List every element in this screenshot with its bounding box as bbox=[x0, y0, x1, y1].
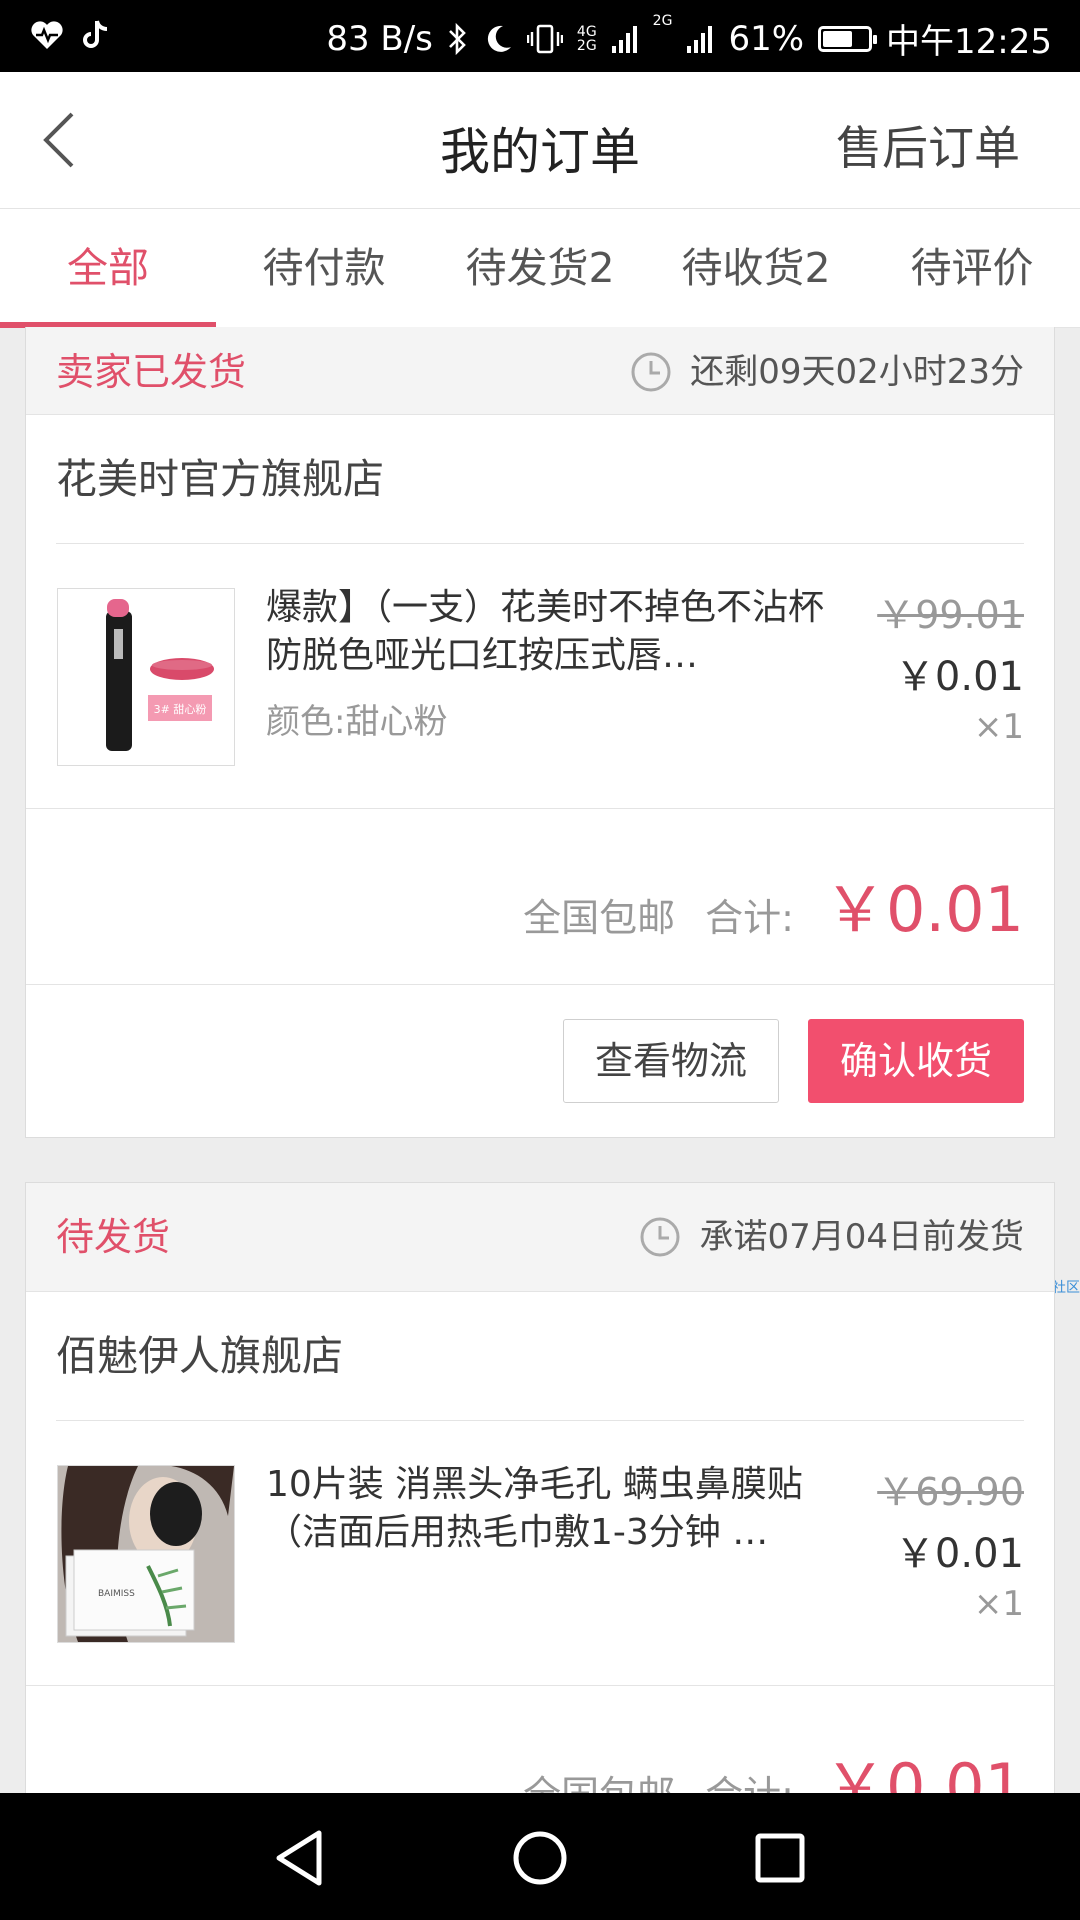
battery-icon bbox=[818, 25, 878, 52]
confirm-receipt-button[interactable]: 确认收货 bbox=[808, 1019, 1024, 1103]
battery-percent: 61% bbox=[728, 18, 805, 59]
after-sale-orders-link[interactable]: 售后订单 bbox=[836, 112, 1020, 178]
recents-square-icon[interactable] bbox=[745, 1823, 815, 1893]
order-item[interactable]: BAIMISS 10片装 消黑头净毛孔 螨虫鼻膜贴（洁面后用热毛巾敷1-3分钟 … bbox=[26, 1421, 1054, 1686]
order-status: 卖家已发货 bbox=[56, 350, 247, 394]
svg-text:BAIMISS: BAIMISS bbox=[98, 1589, 135, 1599]
ship-deadline: 承诺07月04日前发货 bbox=[699, 1217, 1024, 1257]
vibrate-icon bbox=[526, 24, 563, 53]
order-time-note: 还剩09天02小时23分 bbox=[630, 328, 1024, 416]
product-spec: 颜色:甜心粉 bbox=[266, 702, 448, 742]
sim2-label: 2G bbox=[652, 13, 673, 29]
item-price: ￥0.01 bbox=[894, 654, 1024, 700]
signal-2-icon bbox=[687, 25, 713, 53]
status-bar: 83 B/s 4G 2G 2G 61% 中午12:25 bbox=[0, 0, 1080, 72]
item-quantity: ×1 bbox=[973, 707, 1024, 747]
order-total: ￥0.01 bbox=[823, 1750, 1024, 1793]
tab-pending-review[interactable]: 待评价 bbox=[864, 209, 1080, 327]
order-card[interactable]: 待发货 承诺07月04日前发货 佰魅伊人旗舰店 BAIMISS 10片装 消黑头… bbox=[25, 1182, 1055, 1793]
clock-icon bbox=[631, 352, 671, 392]
product-name[interactable]: 10片装 消黑头净毛孔 螨虫鼻膜贴（洁面后用热毛巾敷1-3分钟 … bbox=[266, 1461, 841, 1557]
tab-pending-payment[interactable]: 待付款 bbox=[216, 209, 432, 327]
back-triangle-icon[interactable] bbox=[265, 1823, 335, 1893]
health-heart-icon bbox=[30, 18, 64, 52]
order-card[interactable]: 卖家已发货 还剩09天02小时23分 花美时官方旗舰店 3# 甜心粉 爆款】（一… bbox=[25, 327, 1055, 1138]
order-time-note: 承诺07月04日前发货 bbox=[639, 1183, 1024, 1291]
bluetooth-icon bbox=[448, 22, 466, 55]
order-item[interactable]: 3# 甜心粉 爆款】（一支）花美时不掉色不沾杯防脱色哑光口红按压式唇… 颜色:甜… bbox=[26, 544, 1054, 809]
status-right: 83 B/s 4G 2G 2G 61% 中午12:25 bbox=[326, 14, 1052, 63]
order-total: ￥0.01 bbox=[823, 873, 1024, 946]
item-price: ￥0.01 bbox=[894, 1531, 1024, 1577]
tab-pending-receipt[interactable]: 待收货2 bbox=[648, 209, 864, 327]
shipping-note: 全国包邮 bbox=[523, 896, 676, 940]
item-quantity: ×1 bbox=[973, 1584, 1024, 1624]
system-nav-bar bbox=[0, 1793, 1080, 1920]
original-price: ￥99.01 bbox=[877, 593, 1024, 637]
moon-icon bbox=[487, 25, 511, 52]
lipstick-image: 3# 甜心粉 bbox=[58, 589, 234, 765]
product-name[interactable]: 爆款】（一支）花美时不掉色不沾杯防脱色哑光口红按压式唇… bbox=[266, 584, 841, 680]
total-label: 合计: bbox=[705, 896, 794, 940]
time-remaining: 还剩09天02小时23分 bbox=[690, 352, 1024, 392]
order-header: 待发货 承诺07月04日前发货 bbox=[26, 1183, 1054, 1292]
tab-pending-shipment[interactable]: 待发货2 bbox=[432, 209, 648, 327]
product-thumbnail[interactable]: BAIMISS bbox=[57, 1465, 235, 1643]
net-speed: 83 B/s bbox=[326, 18, 433, 59]
svg-text:3# 甜心粉: 3# 甜心粉 bbox=[154, 703, 207, 716]
shop-name[interactable]: 花美时官方旗舰店 bbox=[56, 415, 1024, 544]
status-left-icons bbox=[30, 18, 112, 52]
home-circle-icon[interactable] bbox=[505, 1823, 575, 1893]
order-status: 待发货 bbox=[56, 1215, 171, 1259]
tiktok-icon bbox=[78, 18, 112, 52]
signal-icon bbox=[611, 25, 637, 53]
view-logistics-button[interactable]: 查看物流 bbox=[563, 1019, 779, 1103]
order-list[interactable]: 卖家已发货 还剩09天02小时23分 花美时官方旗舰店 3# 甜心粉 爆款】（一… bbox=[0, 327, 1080, 1793]
product-thumbnail[interactable]: 3# 甜心粉 bbox=[57, 588, 235, 766]
order-tabs: 全部 待付款 待发货2 待收货2 待评价 bbox=[0, 209, 1080, 328]
clock-icon bbox=[640, 1217, 680, 1257]
total-label: 合计: bbox=[705, 1764, 794, 1793]
app-header: 我的订单 售后订单 bbox=[0, 72, 1080, 209]
tab-all[interactable]: 全部 bbox=[0, 209, 216, 328]
network-type-labels: 4G 2G bbox=[576, 23, 597, 54]
mask-image: BAIMISS bbox=[58, 1466, 234, 1642]
clock-time: 中午12:25 bbox=[886, 22, 1052, 62]
order-summary: 全国包邮 合计: ￥0.01 bbox=[26, 1686, 1054, 1793]
order-actions: 查看物流 确认收货 bbox=[26, 985, 1054, 1137]
shop-name[interactable]: 佰魅伊人旗舰店 bbox=[56, 1292, 1024, 1421]
order-header: 卖家已发货 还剩09天02小时23分 bbox=[26, 327, 1054, 415]
original-price: ￥69.90 bbox=[877, 1470, 1024, 1514]
shipping-note: 全国包邮 bbox=[523, 1764, 675, 1793]
order-summary: 全国包邮 合计: ￥0.01 bbox=[26, 809, 1054, 985]
